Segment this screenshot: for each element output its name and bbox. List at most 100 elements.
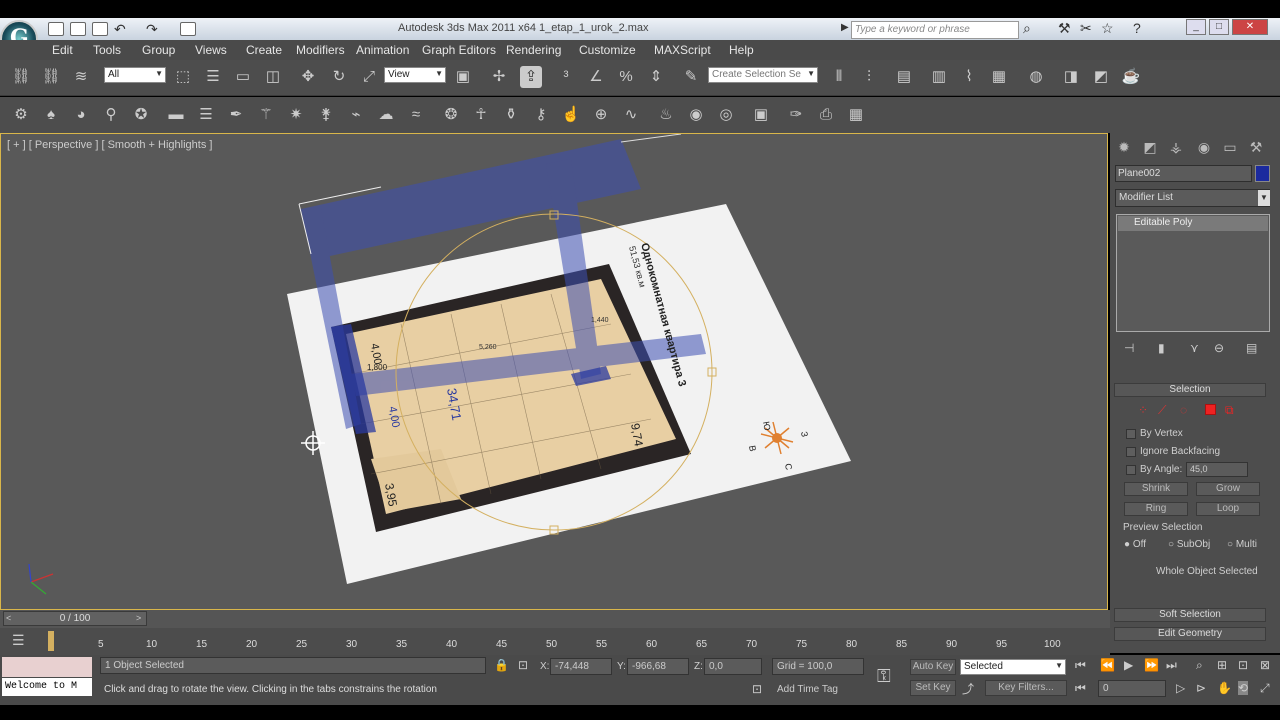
lamp-icon[interactable]: ⚲ — [100, 104, 122, 126]
project-folder-icon[interactable] — [180, 22, 196, 36]
minimize-button[interactable]: _ — [1186, 19, 1206, 35]
maximize-viewport-icon[interactable]: ⤢ — [1260, 681, 1270, 696]
eyedropper-icon[interactable]: ✑ — [785, 104, 807, 126]
menu-graph-editors[interactable]: Graph Editors — [422, 43, 496, 57]
play-icon[interactable]: ▶ — [1124, 658, 1133, 672]
ring-button[interactable]: Ring — [1124, 502, 1188, 516]
add-time-tag-button[interactable]: Add Time Tag — [772, 681, 864, 698]
zoom-extents-all-icon[interactable]: ⊠ — [1260, 658, 1270, 672]
render-production-icon[interactable]: ☕ — [1120, 66, 1142, 88]
spinner-snap-icon[interactable]: ⇕ — [645, 66, 667, 88]
show-end-result-icon[interactable]: ▮ — [1158, 341, 1165, 355]
rectangular-selection-icon[interactable]: ▭ — [232, 66, 254, 88]
hierarchy-tab-icon[interactable]: ⚶ — [1166, 139, 1186, 157]
curve-editor-icon[interactable]: ⌇ — [958, 66, 980, 88]
auto-key-button[interactable]: Auto Key — [910, 659, 956, 675]
favorites-icon[interactable]: ☆ — [1101, 20, 1114, 37]
mirror-icon[interactable]: ⫴ — [828, 66, 850, 88]
panel-icon[interactable]: ▣ — [750, 104, 772, 126]
edge-mode-icon[interactable]: ⟋ — [1158, 403, 1166, 418]
object-name-field[interactable]: Plane002 — [1115, 165, 1252, 182]
pivot-center-icon[interactable]: ▣ — [452, 66, 474, 88]
select-and-scale-icon[interactable]: ⤢ — [358, 66, 380, 88]
go-to-start-icon[interactable]: ⏮ — [1075, 658, 1086, 673]
next-key-icon[interactable]: ⏩ — [1144, 658, 1159, 672]
search-input[interactable]: Type a keyword or phrase — [851, 21, 1019, 39]
star-icon[interactable]: ✪ — [130, 104, 152, 126]
open-file-icon[interactable] — [70, 22, 86, 36]
z-coordinate-field[interactable]: 0,0 — [704, 658, 762, 675]
cloud-icon[interactable]: ☁ — [375, 104, 397, 126]
globe-icon[interactable]: ⊕ — [590, 104, 612, 126]
new-file-icon[interactable] — [48, 22, 64, 36]
perspective-viewport[interactable]: [ + ] [ Perspective ] [ Smooth + Highlig… — [0, 133, 1108, 610]
box-icon[interactable]: ▬ — [165, 104, 187, 126]
menu-tools[interactable]: Tools — [93, 43, 121, 57]
select-and-link-icon[interactable]: ⛓ — [10, 66, 32, 88]
help-icon[interactable]: ? — [1133, 20, 1141, 36]
modify-tab-icon[interactable]: ◩ — [1140, 139, 1160, 157]
zoom-icon[interactable]: ⌕ — [1196, 658, 1203, 673]
preview-multi-radio[interactable]: ○ Multi — [1227, 539, 1257, 550]
search-expand-icon[interactable]: ▶ — [841, 22, 849, 33]
tube-icon[interactable]: ⚚ — [255, 104, 277, 126]
sphere-icon[interactable]: ◕ — [70, 104, 92, 126]
layer-manager-icon[interactable]: ▤ — [893, 66, 915, 88]
select-by-name-icon[interactable]: ☰ — [202, 66, 224, 88]
gear-icon[interactable]: ✷ — [285, 104, 307, 126]
next-frame-icon[interactable]: > — [136, 613, 141, 623]
menu-create[interactable]: Create — [246, 43, 282, 57]
ignore-backfacing-checkbox[interactable] — [1126, 447, 1136, 457]
angle-snap-icon[interactable]: ∠ — [585, 66, 607, 88]
menu-animation[interactable]: Animation — [356, 43, 409, 57]
absolute-mode-icon[interactable]: ⊡ — [518, 658, 528, 672]
select-and-move-icon[interactable]: ✥ — [297, 66, 319, 88]
brush-icon[interactable]: ⌁ — [345, 104, 367, 126]
zoom-extents-icon[interactable]: ⊡ — [1238, 658, 1248, 672]
render-icon[interactable]: ◉ — [685, 104, 707, 126]
edit-named-selection-icon[interactable]: ✎ — [680, 66, 702, 88]
menu-maxscript[interactable]: MAXScript — [654, 43, 711, 57]
unlink-icon[interactable]: ⛓ — [40, 66, 62, 88]
key-mode-dropdown[interactable]: Selected — [960, 659, 1066, 675]
percent-snap-icon[interactable]: % — [615, 66, 637, 88]
wave-icon[interactable]: ≈ — [405, 104, 427, 126]
fov-icon[interactable]: ⊳ — [1196, 681, 1206, 695]
configure-sets-icon[interactable]: ▤ — [1246, 341, 1257, 355]
maxscript-output[interactable]: Welcome to M — [2, 678, 92, 696]
material-editor-icon[interactable]: ◍ — [1025, 66, 1047, 88]
binoculars-icon[interactable]: ⌕ — [1023, 20, 1031, 37]
loop-button[interactable]: Loop — [1196, 502, 1260, 516]
maximize-button[interactable]: □ — [1209, 19, 1229, 35]
communication-icon[interactable]: ✂ — [1080, 20, 1092, 37]
current-frame-marker[interactable] — [48, 631, 54, 651]
key-tool-icon[interactable]: ⚷ — [530, 104, 552, 126]
render-setup-icon[interactable]: ◨ — [1060, 66, 1082, 88]
pin-icon[interactable]: ⚵ — [315, 104, 337, 126]
redo-icon[interactable]: ↷ — [146, 21, 158, 38]
motion-tab-icon[interactable]: ◉ — [1194, 139, 1214, 157]
cylinder-icon[interactable]: ☰ — [195, 104, 217, 126]
menu-customize[interactable]: Customize — [579, 43, 636, 57]
teapot-icon[interactable]: ♨ — [655, 104, 677, 126]
manipulate-icon[interactable]: ✢ — [488, 66, 510, 88]
modifier-list-dropdown[interactable]: Modifier List — [1115, 189, 1270, 207]
soft-selection-rollout-header[interactable]: Soft Selection — [1114, 608, 1266, 622]
menu-modifiers[interactable]: Modifiers — [296, 43, 345, 57]
previous-key-icon[interactable]: ⏪ — [1100, 658, 1115, 672]
environment-icon[interactable]: ◎ — [715, 104, 737, 126]
cloth-icon[interactable]: ⚙ — [10, 104, 32, 126]
biped-icon[interactable]: ☥ — [470, 104, 492, 126]
window-crossing-icon[interactable]: ◫ — [262, 66, 284, 88]
field-of-view-icon[interactable]: ▷ — [1176, 681, 1185, 695]
previous-frame-icon[interactable]: < — [6, 613, 11, 623]
go-to-end-icon[interactable]: ⏭ — [1166, 658, 1177, 673]
selection-rollout-header[interactable]: Selection — [1114, 383, 1266, 397]
stack-item-editable-poly[interactable]: Editable Poly — [1118, 216, 1268, 231]
snaps-toggle-icon[interactable]: ³ — [555, 66, 577, 88]
shrink-button[interactable]: Shrink — [1124, 482, 1188, 496]
undo-icon[interactable]: ↶ — [114, 21, 126, 38]
menu-rendering[interactable]: Rendering — [506, 43, 561, 57]
align-icon[interactable]: ⫶ — [858, 66, 880, 88]
zoom-all-icon[interactable]: ⊞ — [1217, 658, 1227, 672]
